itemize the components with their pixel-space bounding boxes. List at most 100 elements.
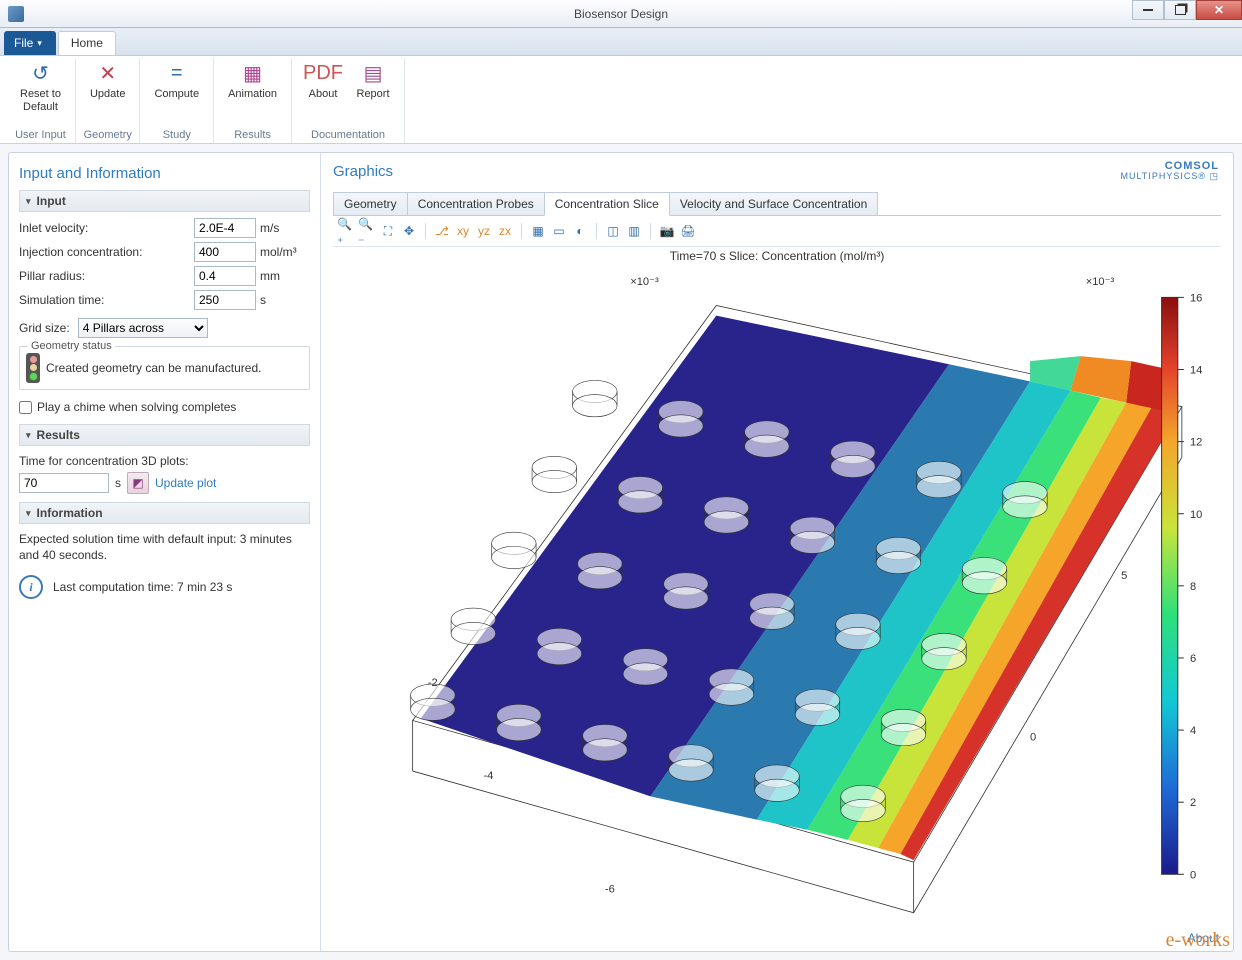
svg-text:0: 0	[1190, 869, 1196, 881]
input-panel: Input and Information Input Inlet veloci…	[9, 153, 321, 951]
file-menu[interactable]: File	[4, 31, 56, 55]
reset-to-button[interactable]: ↺Reset toDefault	[12, 58, 69, 129]
workspace: Input and Information Input Inlet veloci…	[0, 144, 1242, 960]
plot-time-unit: s	[115, 476, 121, 490]
svg-text:-2: -2	[428, 677, 438, 689]
geometry-status-fieldset: Geometry status Created geometry can be …	[19, 346, 310, 390]
plot-area[interactable]: ×10⁻³ ×10⁻³ -2 -4 -6 0 5	[333, 265, 1221, 951]
plot-title: Time=70 s Slice: Concentration (mol/m³)	[333, 247, 1221, 265]
comsol-logo: COMSOLMULTIPHYSICS® ◳	[1121, 161, 1220, 181]
graphics-tab-geometry[interactable]: Geometry	[333, 192, 408, 215]
svg-text:2: 2	[1190, 797, 1196, 809]
zoom-box-icon[interactable]: ⛶	[379, 222, 397, 240]
ribbon-group-results: ▦AnimationResults	[214, 58, 292, 143]
transparency-icon[interactable]: ◫	[604, 222, 622, 240]
graphics-tab-velocity-and-surface-concentration[interactable]: Velocity and Surface Concentration	[669, 192, 878, 215]
simulation-time-unit: s	[260, 293, 310, 307]
zx-icon[interactable]: zx	[496, 222, 514, 240]
window-buttons	[1132, 0, 1242, 20]
injection-concentration-label: Injection concentration:	[19, 245, 190, 259]
grid-size-label: Grid size:	[19, 321, 70, 335]
section-results[interactable]: Results	[19, 424, 310, 446]
update-plot-link[interactable]: Update plot	[155, 476, 216, 490]
injection-concentration-unit: mol/m³	[260, 245, 310, 259]
chime-label: Play a chime when solving completes	[37, 400, 236, 414]
zoom-out-icon[interactable]: 🔍₋	[358, 222, 376, 240]
app-icon	[8, 6, 24, 22]
ribbon-group-documentation: PDFAbout▤ReportDocumentation	[292, 58, 405, 143]
svg-text:-6: -6	[605, 884, 615, 896]
window-title: Biosensor Design	[574, 7, 668, 21]
svg-text:0: 0	[1030, 732, 1036, 744]
update-button[interactable]: ✕Update	[82, 58, 133, 129]
film-icon: ▦	[240, 60, 266, 86]
select-icon[interactable]: ▭	[550, 222, 568, 240]
ribbon-group-study: =ComputeStudy	[140, 58, 214, 143]
grid-size-select[interactable]: 4 Pillars across	[78, 318, 208, 338]
scene-light-icon[interactable]: ◐	[571, 222, 589, 240]
equals-icon: =	[164, 60, 190, 86]
inlet-velocity-input[interactable]	[194, 218, 256, 238]
graphics-tab-concentration-probes[interactable]: Concentration Probes	[407, 192, 545, 215]
graphics-panel: Graphics COMSOLMULTIPHYSICS® ◳ GeometryC…	[321, 153, 1233, 951]
ribbon: ↺Reset toDefaultUser Input✕UpdateGeometr…	[0, 56, 1242, 144]
axis-exp-y: ×10⁻³	[1086, 276, 1115, 288]
simulation-time-label: Simulation time:	[19, 293, 190, 307]
compute-button[interactable]: =Compute	[146, 58, 207, 129]
yz-icon[interactable]: yz	[475, 222, 493, 240]
graphics-toolbar: 🔍₊🔍₋⛶✥ ⎇xyyzzx ▦▭◐ ◫▥ 📷🖨	[333, 216, 1221, 247]
info-icon: i	[19, 575, 43, 599]
stoplight-icon	[26, 353, 40, 383]
maximize-button[interactable]	[1164, 0, 1196, 20]
print-icon[interactable]: 🖨	[679, 222, 697, 240]
ribbon-group-geometry: ✕UpdateGeometry	[76, 58, 140, 143]
pillar-radius-label: Pillar radius:	[19, 269, 190, 283]
injection-concentration-input[interactable]	[194, 242, 256, 262]
xy-icon[interactable]: xy	[454, 222, 472, 240]
pdf-icon: PDF	[310, 60, 336, 86]
wireframe-icon[interactable]: ▥	[625, 222, 643, 240]
axis-exp-x: ×10⁻³	[630, 276, 659, 288]
animation-button[interactable]: ▦Animation	[220, 58, 285, 129]
zoom-extents-icon[interactable]: ✥	[400, 222, 418, 240]
last-computation-text: Last computation time: 7 min 23 s	[53, 580, 232, 594]
about-link[interactable]: About	[1188, 931, 1219, 945]
svg-text:8: 8	[1190, 581, 1196, 593]
section-information[interactable]: Information	[19, 502, 310, 524]
chime-checkbox[interactable]	[19, 401, 32, 414]
plot-time-label: Time for concentration 3D plots:	[19, 454, 310, 468]
svg-text:16: 16	[1190, 292, 1202, 304]
undo-icon: ↺	[27, 60, 53, 86]
plot-time-input[interactable]	[19, 473, 109, 493]
section-input[interactable]: Input	[19, 190, 310, 212]
zoom-in-icon[interactable]: 🔍₊	[337, 222, 355, 240]
graphics-title: Graphics	[333, 163, 1221, 180]
svg-text:-4: -4	[483, 770, 493, 782]
expected-time-text: Expected solution time with default inpu…	[19, 530, 310, 571]
report-button[interactable]: ▤Report	[348, 58, 398, 129]
svg-text:5: 5	[1121, 570, 1127, 582]
geometry-status-text: Created geometry can be manufactured.	[46, 361, 261, 375]
minimize-button[interactable]	[1132, 0, 1164, 20]
chart-icon[interactable]: ◩	[127, 472, 149, 494]
report-icon: ▤	[360, 60, 386, 86]
graphics-tabs: GeometryConcentration ProbesConcentratio…	[333, 192, 1221, 216]
camera-icon[interactable]: 📷	[658, 222, 676, 240]
graphics-tab-concentration-slice[interactable]: Concentration Slice	[544, 192, 670, 216]
axis-default-icon[interactable]: ⎇	[433, 222, 451, 240]
close-button[interactable]	[1196, 0, 1242, 20]
panel-title: Input and Information	[19, 165, 310, 182]
menubar: File Home	[0, 28, 1242, 56]
svg-text:10: 10	[1190, 509, 1202, 521]
simulation-time-input[interactable]	[194, 290, 256, 310]
ribbon-group-user-input: ↺Reset toDefaultUser Input	[6, 58, 76, 143]
inlet-velocity-label: Inlet velocity:	[19, 221, 190, 235]
inlet-velocity-unit: m/s	[260, 221, 310, 235]
pillar-radius-unit: mm	[260, 269, 310, 283]
tab-home[interactable]: Home	[58, 31, 116, 55]
about-button[interactable]: PDFAbout	[298, 58, 348, 129]
pillar-radius-input[interactable]	[194, 266, 256, 286]
svg-text:12: 12	[1190, 437, 1202, 449]
svg-text:6: 6	[1190, 653, 1196, 665]
grid-icon[interactable]: ▦	[529, 222, 547, 240]
